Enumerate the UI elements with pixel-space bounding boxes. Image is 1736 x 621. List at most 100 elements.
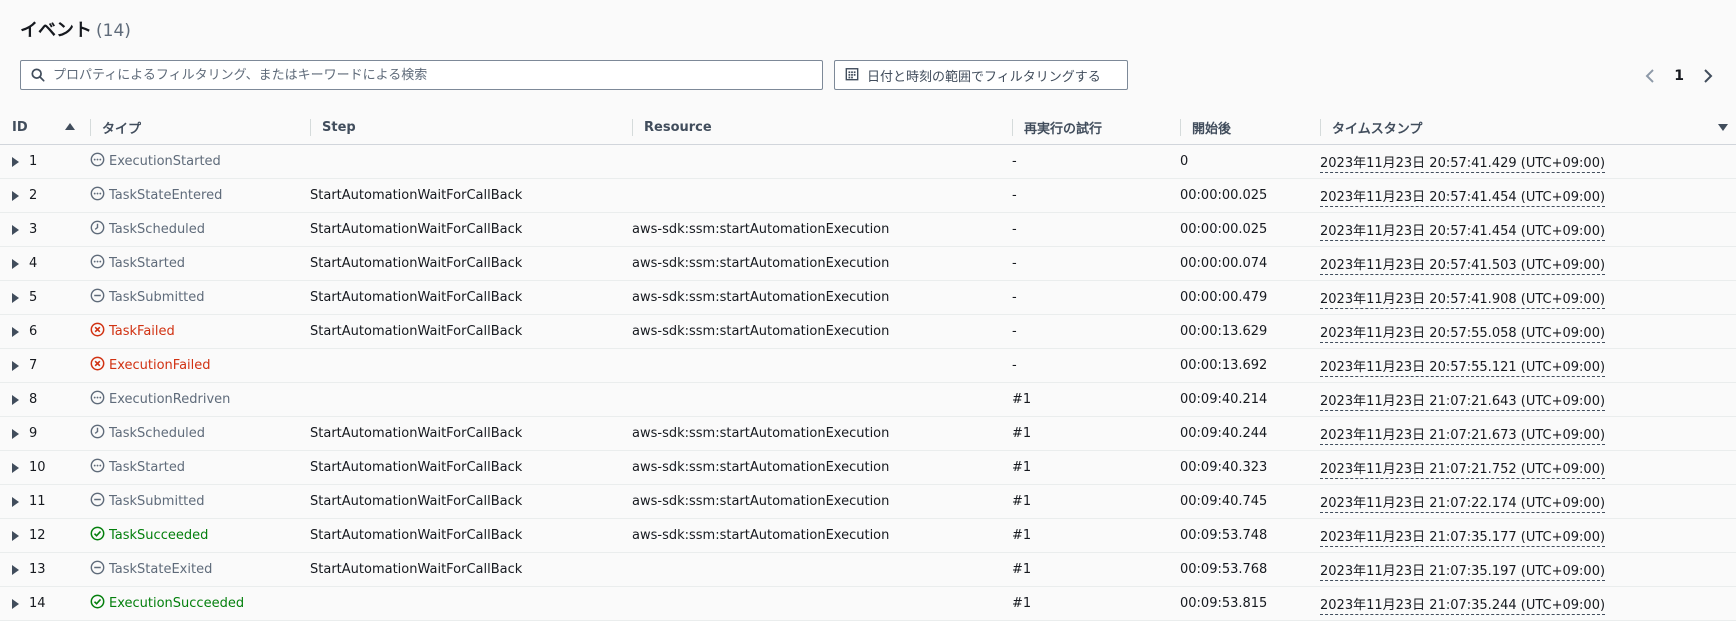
expand-row-caret-icon[interactable] [12,156,19,167]
cell-step: StartAutomationWaitForCallBack [310,450,632,485]
event-id: 6 [29,324,38,339]
cell-redrive-attempt: #1 [1012,518,1180,553]
search-input[interactable] [51,61,822,89]
timestamp-text[interactable]: 2023年11月23日 20:57:41.908 (UTC+09:00) [1320,292,1606,309]
expand-row-caret-icon[interactable] [12,428,19,439]
event-type: ExecutionStarted [109,154,221,169]
column-header-elapsed[interactable]: 開始後 [1180,111,1320,145]
cell-step: StartAutomationWaitForCallBack [310,178,632,213]
event-type: ExecutionSucceeded [109,596,245,611]
expand-row-caret-icon[interactable] [12,326,19,337]
expand-row-caret-icon[interactable] [12,292,19,303]
cell-id: 4 [0,246,90,281]
cell-redrive-attempt: - [1012,280,1180,315]
minus-circle-icon [90,560,105,579]
table-row[interactable]: 6 TaskFailed StartAutomationWaitForCallB… [0,314,1736,349]
cell-step: StartAutomationWaitForCallBack [310,280,632,315]
table-row[interactable]: 13 TaskStateExited StartAutomationWaitFo… [0,552,1736,587]
event-id: 5 [29,290,38,305]
table-row[interactable]: 4 TaskStarted StartAutomationWaitForCall… [0,246,1736,281]
cell-resource [632,586,1012,621]
chevron-left-icon [1645,69,1654,83]
table-row[interactable]: 10 TaskStarted StartAutomationWaitForCal… [0,450,1736,485]
expand-row-caret-icon[interactable] [12,258,19,269]
cell-id: 2 [0,178,90,213]
timestamp-text[interactable]: 2023年11月23日 20:57:55.121 (UTC+09:00) [1320,360,1606,377]
expand-row-caret-icon[interactable] [12,496,19,507]
timestamp-text[interactable]: 2023年11月23日 21:07:35.177 (UTC+09:00) [1320,530,1606,547]
cell-resource: aws-sdk:ssm:startAutomationExecution [632,484,1012,519]
cell-type: TaskSubmitted [90,484,310,519]
cell-type: TaskScheduled [90,212,310,247]
event-id: 12 [29,528,46,543]
cell-elapsed: 00:00:00.025 [1180,178,1320,213]
table-row[interactable]: 8 ExecutionRedriven #1 00:09:40.214 2023… [0,382,1736,417]
table-row[interactable]: 5 TaskSubmitted StartAutomationWaitForCa… [0,280,1736,315]
expand-row-caret-icon[interactable] [12,190,19,201]
timestamp-text[interactable]: 2023年11月23日 20:57:41.454 (UTC+09:00) [1320,190,1606,207]
timestamp-text[interactable]: 2023年11月23日 21:07:35.197 (UTC+09:00) [1320,564,1606,581]
table-row[interactable]: 2 TaskStateEntered StartAutomationWaitFo… [0,178,1736,213]
cell-step: StartAutomationWaitForCallBack [310,552,632,587]
chevron-right-icon [1704,69,1713,83]
timestamp-text[interactable]: 2023年11月23日 20:57:41.454 (UTC+09:00) [1320,224,1606,241]
event-type: TaskScheduled [109,222,206,237]
event-id: 11 [29,494,46,509]
column-header-timestamp[interactable]: タイムスタンプ [1320,111,1736,145]
event-id: 1 [29,154,38,169]
timestamp-text[interactable]: 2023年11月23日 21:07:21.673 (UTC+09:00) [1320,428,1606,445]
expand-row-caret-icon[interactable] [12,598,19,609]
cell-elapsed: 0 [1180,144,1320,179]
column-header-redrive-attempt[interactable]: 再実行の試行 [1012,111,1180,145]
timestamp-text[interactable]: 2023年11月23日 20:57:55.058 (UTC+09:00) [1320,326,1606,343]
timestamp-text[interactable]: 2023年11月23日 21:07:21.752 (UTC+09:00) [1320,462,1606,479]
event-type: TaskStateEntered [109,188,223,203]
check-circle-icon [90,594,105,613]
clock-icon [90,424,105,443]
table-row[interactable]: 11 TaskSubmitted StartAutomationWaitForC… [0,484,1736,519]
expand-row-caret-icon[interactable] [12,224,19,235]
cell-id: 11 [0,484,90,519]
date-range-filter-button[interactable]: 日付と時刻の範囲でフィルタリングする [834,60,1128,90]
current-page-number[interactable]: 1 [1674,68,1684,84]
timestamp-text[interactable]: 2023年11月23日 20:57:41.503 (UTC+09:00) [1320,258,1606,275]
cell-redrive-attempt: #1 [1012,484,1180,519]
cell-elapsed: 00:00:00.074 [1180,246,1320,281]
cell-timestamp: 2023年11月23日 21:07:21.643 (UTC+09:00) [1320,382,1736,417]
previous-page-button[interactable] [1640,66,1660,86]
event-type: ExecutionFailed [109,358,211,373]
cell-id: 14 [0,586,90,621]
cell-type: ExecutionStarted [90,144,310,179]
column-header-step[interactable]: Step [310,111,632,145]
timestamp-text[interactable]: 2023年11月23日 20:57:41.429 (UTC+09:00) [1320,156,1606,173]
cell-redrive-attempt: - [1012,178,1180,213]
column-header-id[interactable]: ID [0,111,90,145]
table-row[interactable]: 12 TaskSucceeded StartAutomationWaitForC… [0,518,1736,553]
expand-row-caret-icon[interactable] [12,530,19,541]
cell-step: StartAutomationWaitForCallBack [310,212,632,247]
cell-id: 12 [0,518,90,553]
expand-row-caret-icon[interactable] [12,564,19,575]
cell-type: TaskScheduled [90,416,310,451]
cell-type: TaskSubmitted [90,280,310,315]
next-page-button[interactable] [1698,66,1718,86]
table-row[interactable]: 1 ExecutionStarted - 0 2023年11月23日 20:57… [0,144,1736,179]
expand-row-caret-icon[interactable] [12,360,19,371]
event-id: 3 [29,222,38,237]
table-row[interactable]: 7 ExecutionFailed - 00:00:13.692 2023年11… [0,348,1736,383]
column-header-type[interactable]: タイプ [90,111,310,145]
column-header-resource[interactable]: Resource [632,111,1012,145]
timestamp-text[interactable]: 2023年11月23日 21:07:22.174 (UTC+09:00) [1320,496,1606,513]
timestamp-text[interactable]: 2023年11月23日 21:07:21.643 (UTC+09:00) [1320,394,1606,411]
table-row[interactable]: 9 TaskScheduled StartAutomationWaitForCa… [0,416,1736,451]
table-row[interactable]: 3 TaskScheduled StartAutomationWaitForCa… [0,212,1736,247]
cell-type: TaskStarted [90,246,310,281]
table-row[interactable]: 14 ExecutionSucceeded #1 00:09:53.815 20… [0,586,1736,621]
search-box[interactable] [20,60,823,90]
calendar-icon [845,66,859,85]
cell-resource: aws-sdk:ssm:startAutomationExecution [632,280,1012,315]
event-id: 7 [29,358,38,373]
expand-row-caret-icon[interactable] [12,462,19,473]
timestamp-text[interactable]: 2023年11月23日 21:07:35.244 (UTC+09:00) [1320,598,1606,615]
expand-row-caret-icon[interactable] [12,394,19,405]
